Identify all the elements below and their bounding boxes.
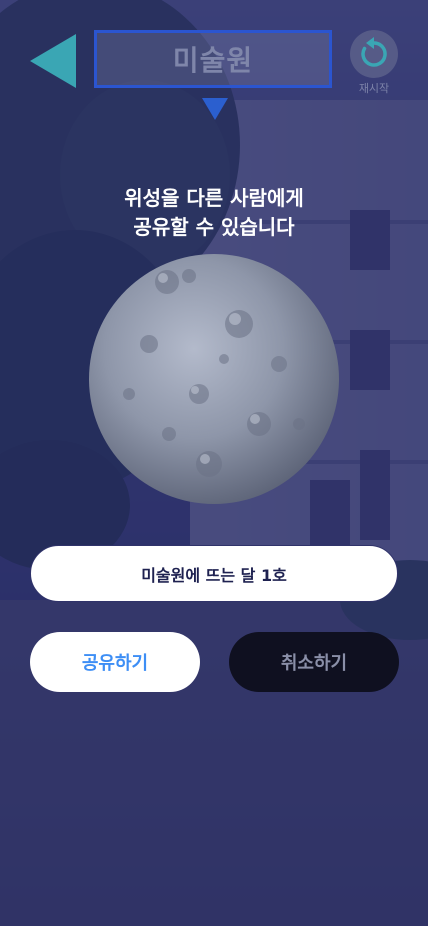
left-triangle-icon [30, 34, 76, 88]
page-title: 미술원 [172, 44, 254, 77]
share-message: 위성을 다른 사람에게 공유할 수 있습니다 [0, 184, 428, 242]
restart-icon [350, 30, 398, 78]
down-triangle-icon [202, 98, 228, 120]
cancel-button[interactable]: 취소하기 [229, 632, 399, 692]
satellite-moon-image [89, 254, 339, 504]
restart-label: 재시작 [358, 82, 390, 95]
satellite-name-text: 미술원에 뜨는 달 1호 [141, 565, 287, 585]
back-button[interactable] [30, 34, 76, 88]
satellite-name-field[interactable]: 미술원에 뜨는 달 1호 [30, 545, 398, 602]
restart-button[interactable]: 재시작 [348, 30, 400, 95]
share-button[interactable]: 공유하기 [30, 632, 200, 692]
message-line-1: 위성을 다른 사람에게 [124, 186, 304, 210]
location-title-box: 미술원 [94, 30, 332, 88]
message-line-2: 공유할 수 있습니다 [133, 215, 295, 239]
